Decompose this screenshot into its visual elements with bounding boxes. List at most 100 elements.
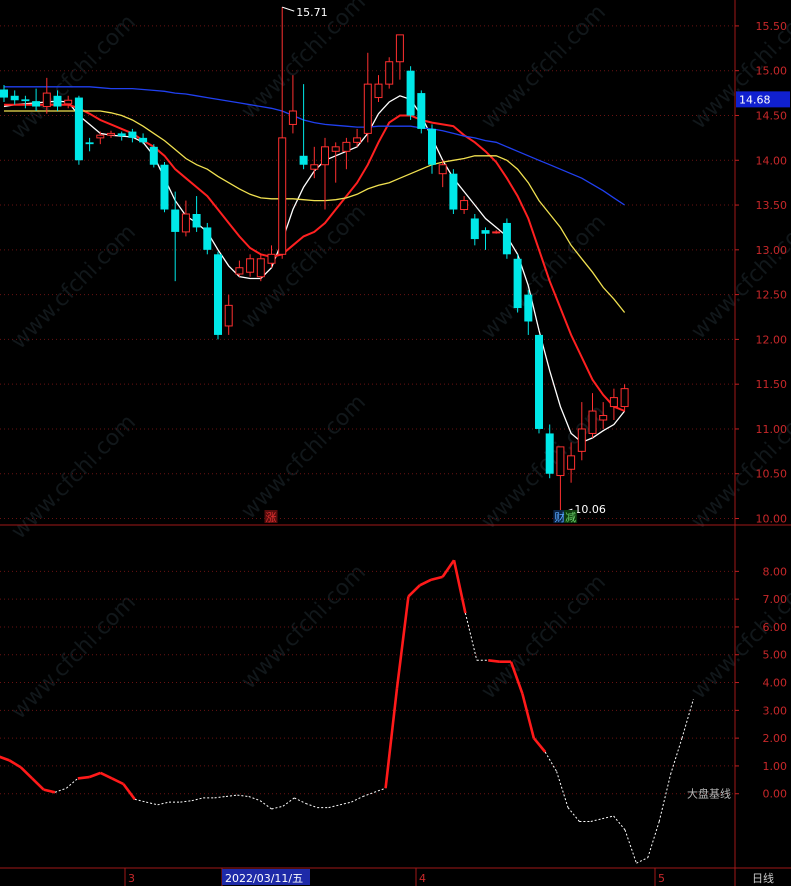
candle-body — [470, 218, 479, 240]
svg-text:www.cfchi.com: www.cfchi.com — [7, 10, 141, 144]
watermark-layer: www.cfchi.com www.cfchi.com www.cfchi.com w… — [7, 0, 791, 724]
indicator-segment — [613, 815, 626, 831]
candle[interactable] — [117, 131, 126, 141]
candle-body — [449, 173, 458, 210]
price-tick-label: 11.50 — [756, 378, 788, 391]
candle[interactable] — [524, 290, 533, 335]
candle[interactable] — [107, 130, 115, 138]
price-tick-label: 11.00 — [756, 423, 788, 436]
candle-body — [620, 388, 629, 408]
indicator-segment — [294, 797, 307, 804]
candle[interactable] — [502, 218, 511, 259]
price-tick-label: 15.50 — [756, 20, 788, 33]
candle-body — [278, 137, 287, 255]
candle-body — [128, 131, 137, 138]
candle[interactable] — [310, 146, 319, 179]
candle[interactable] — [128, 128, 137, 143]
candle[interactable] — [203, 222, 212, 255]
candle[interactable] — [438, 160, 447, 188]
indicator-segment — [43, 788, 56, 794]
indicator-segment — [464, 612, 478, 661]
candle[interactable] — [214, 251, 222, 340]
indicator-tick-label: 8.00 — [763, 565, 788, 578]
indicator-segment — [441, 559, 456, 578]
candle[interactable] — [406, 66, 415, 120]
indicator-segment — [567, 807, 580, 822]
price-tick-label: 13.50 — [756, 199, 788, 212]
candle[interactable] — [449, 169, 458, 214]
candle-body — [588, 410, 597, 434]
candle-body — [395, 34, 404, 63]
event-marker-label[interactable]: 财 — [554, 510, 565, 524]
candle[interactable] — [267, 245, 276, 268]
candle-body — [299, 155, 308, 165]
candle[interactable] — [395, 34, 404, 80]
candle[interactable] — [374, 75, 383, 103]
price-tick-label: 12.50 — [756, 289, 788, 302]
candle[interactable] — [342, 137, 351, 170]
indicator-tick-label: 7.00 — [763, 593, 788, 606]
candle[interactable] — [85, 137, 94, 152]
candle[interactable] — [481, 227, 490, 250]
price-tick-label: 10.00 — [756, 513, 788, 526]
price-tick-label: 12.00 — [756, 333, 788, 346]
high-pointer — [282, 6, 295, 12]
indicator-segment — [237, 794, 249, 797]
indicator-segment — [122, 783, 136, 801]
svg-text:www.cfchi.com: www.cfchi.com — [477, 210, 611, 344]
indicator-tick-label: 5.00 — [763, 649, 788, 662]
indicator-tick-label: 4.00 — [763, 677, 788, 690]
indicator-segment — [636, 857, 649, 864]
candle[interactable] — [149, 144, 158, 168]
candle[interactable] — [256, 254, 265, 282]
watermark: www.cfchi.com — [7, 410, 141, 544]
watermark: www.cfchi.com — [7, 10, 141, 144]
candle[interactable] — [0, 85, 8, 103]
candle[interactable] — [620, 384, 629, 412]
candle[interactable] — [513, 254, 522, 313]
candle[interactable] — [363, 52, 372, 143]
candle[interactable] — [556, 446, 565, 514]
candle[interactable] — [535, 334, 543, 434]
axes: 15.50 15.00 14.50 14.00 13.50 13.00 12.50 12.00… — [124, 20, 790, 886]
indicator-segment — [556, 771, 569, 808]
candle[interactable] — [545, 424, 554, 479]
candle-body — [181, 213, 190, 233]
indicator-segment — [430, 575, 443, 581]
candle-body — [42, 92, 51, 108]
candle[interactable] — [417, 90, 426, 134]
candle-body — [310, 164, 319, 170]
candle[interactable] — [331, 142, 340, 183]
candle[interactable] — [299, 84, 308, 170]
candle-body — [567, 455, 576, 470]
candle-body — [149, 146, 158, 165]
candle[interactable] — [321, 137, 329, 210]
candle[interactable] — [10, 90, 19, 105]
candle[interactable] — [235, 260, 244, 277]
stock-chart: www.cfchi.com www.cfchi.com www.cfchi.com w… — [0, 0, 791, 886]
event-marker-label[interactable]: 涨 — [266, 511, 277, 524]
candle-body — [535, 334, 543, 429]
candle[interactable] — [224, 294, 233, 335]
svg-text:www.cfchi.com: www.cfchi.com — [687, 210, 791, 344]
candle-body — [214, 254, 222, 335]
period-label[interactable]: 日线 — [752, 871, 774, 885]
candle-body — [385, 61, 394, 85]
indicator-segment — [214, 796, 227, 799]
candle-body — [203, 227, 212, 250]
candle[interactable] — [181, 200, 190, 237]
svg-text:www.cfchi.com: www.cfchi.com — [7, 590, 141, 724]
candle[interactable] — [385, 57, 394, 89]
candle[interactable] — [609, 388, 618, 420]
candle[interactable] — [160, 162, 169, 213]
candle[interactable] — [588, 393, 597, 438]
svg-text:www.cfchi.com: www.cfchi.com — [237, 200, 371, 334]
candle[interactable] — [192, 196, 201, 232]
candle[interactable] — [74, 95, 83, 165]
event-marker-label[interactable]: 减 — [565, 511, 576, 524]
candle[interactable] — [460, 196, 469, 214]
candle[interactable] — [278, 7, 287, 259]
candle[interactable] — [492, 230, 501, 234]
candle[interactable] — [470, 214, 479, 246]
candle[interactable] — [246, 254, 255, 277]
